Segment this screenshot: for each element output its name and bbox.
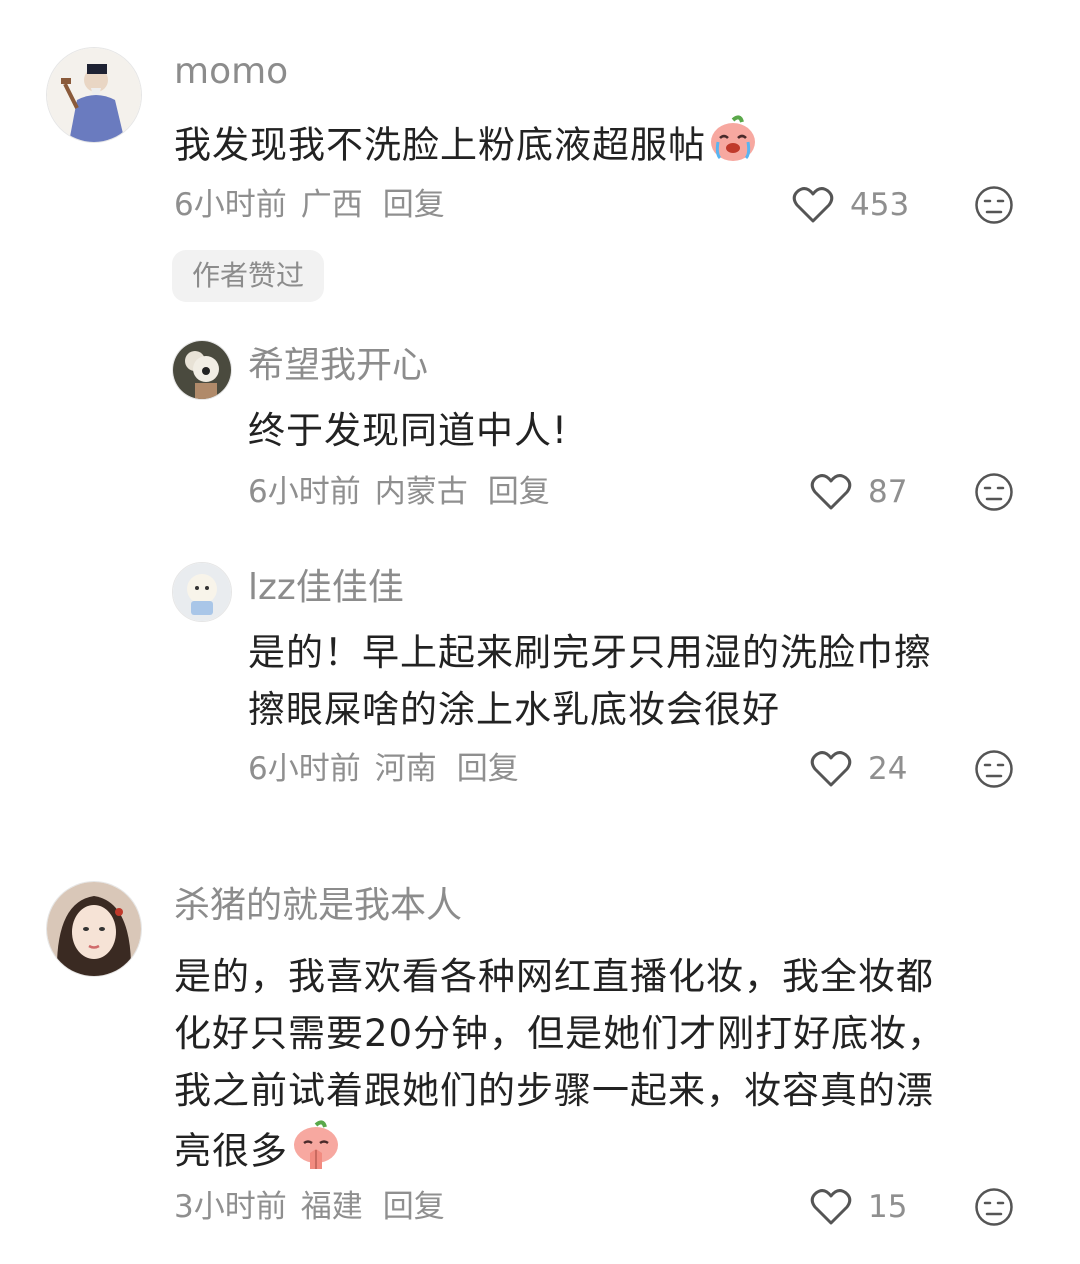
avatar-sage-icon bbox=[47, 48, 141, 142]
reply-text-line: 擦眼屎啥的涂上水乳底妆会很好 bbox=[248, 688, 780, 731]
like-count: 24 bbox=[868, 751, 908, 787]
like-count: 87 bbox=[868, 474, 908, 510]
praying-peach-emoji-icon bbox=[290, 1119, 342, 1187]
comment-location: 福建 bbox=[300, 1189, 363, 1225]
dislike-face-icon[interactable] bbox=[974, 1187, 1014, 1227]
username[interactable]: momo bbox=[174, 50, 288, 94]
reply-text: 终于发现同道中人! bbox=[248, 409, 568, 452]
comment-text-content: 亮很多 bbox=[174, 1129, 288, 1173]
reply-button[interactable]: 回复 bbox=[457, 751, 519, 787]
comment-text: 我发现我不洗脸上粉底液超服帖 bbox=[174, 114, 758, 180]
reply-text-line: 是的！早上起来刷完牙只用湿的洗脸巾擦 bbox=[248, 631, 932, 674]
reply-meta: 6小时前 内蒙古 回复 bbox=[248, 472, 564, 512]
reply-button[interactable]: 回复 bbox=[383, 187, 445, 223]
comment-time: 3小时前 bbox=[174, 1189, 287, 1225]
comment-meta: 6小时前 广西 回复 bbox=[174, 185, 459, 225]
username[interactable]: 杀猪的就是我本人 bbox=[174, 884, 462, 928]
avatar-girl-photo-icon bbox=[47, 882, 141, 976]
comment-text-line: 我之前试着跟她们的步骤一起来，妆容真的漂 bbox=[174, 1069, 934, 1112]
like-button[interactable]: 24 bbox=[810, 749, 907, 789]
like-button[interactable]: 87 bbox=[810, 472, 907, 512]
author-liked-badge: 作者赞过 bbox=[172, 250, 325, 302]
heart-icon bbox=[792, 187, 834, 223]
reply-button[interactable]: 回复 bbox=[383, 1189, 445, 1225]
like-count: 453 bbox=[850, 187, 910, 223]
reply-time: 6小时前 bbox=[248, 474, 361, 510]
like-button[interactable]: 453 bbox=[792, 185, 909, 225]
reply-meta: 6小时前 河南 回复 bbox=[248, 749, 533, 789]
comment-text-line-with-emoji: 亮很多 bbox=[174, 1119, 945, 1187]
avatar[interactable] bbox=[172, 340, 232, 400]
dislike-face-icon[interactable] bbox=[974, 185, 1014, 225]
avatar[interactable] bbox=[46, 47, 142, 143]
crying-peach-emoji-icon bbox=[708, 114, 758, 180]
reply-location: 河南 bbox=[374, 751, 437, 787]
like-count: 15 bbox=[868, 1189, 908, 1225]
avatar-plush-icon bbox=[173, 341, 231, 399]
like-button[interactable]: 15 bbox=[810, 1187, 907, 1227]
comment-text-line: 是的，我喜欢看各种网红直播化妆，我全妆都 bbox=[174, 955, 934, 998]
comment-location: 广西 bbox=[300, 187, 363, 223]
username[interactable]: lzz佳佳佳 bbox=[248, 566, 404, 610]
dislike-face-icon[interactable] bbox=[974, 749, 1014, 789]
reply-time: 6小时前 bbox=[248, 751, 361, 787]
avatar-sheep-plush-icon bbox=[173, 563, 231, 621]
avatar[interactable] bbox=[172, 562, 232, 622]
comment-text-line: 化好只需要20分钟，但是她们才刚打好底妆， bbox=[174, 1012, 946, 1055]
comment-meta: 3小时前 福建 回复 bbox=[174, 1187, 459, 1227]
dislike-face-icon[interactable] bbox=[974, 472, 1014, 512]
heart-icon bbox=[810, 1189, 852, 1225]
reply-button[interactable]: 回复 bbox=[488, 474, 550, 510]
heart-icon bbox=[810, 474, 852, 510]
comment-time: 6小时前 bbox=[174, 187, 287, 223]
comment-text-content: 我发现我不洗脸上粉底液超服帖 bbox=[174, 123, 706, 167]
reply-text: 是的！早上起来刷完牙只用湿的洗脸巾擦 擦眼屎啥的涂上水乳底妆会很好 bbox=[248, 624, 932, 738]
username[interactable]: 希望我开心 bbox=[248, 344, 428, 388]
heart-icon bbox=[810, 751, 852, 787]
reply-location: 内蒙古 bbox=[374, 474, 468, 510]
avatar[interactable] bbox=[46, 881, 142, 977]
comment-text: 是的，我喜欢看各种网红直播化妆，我全妆都 化好只需要20分钟，但是她们才刚打好底… bbox=[174, 948, 945, 1187]
